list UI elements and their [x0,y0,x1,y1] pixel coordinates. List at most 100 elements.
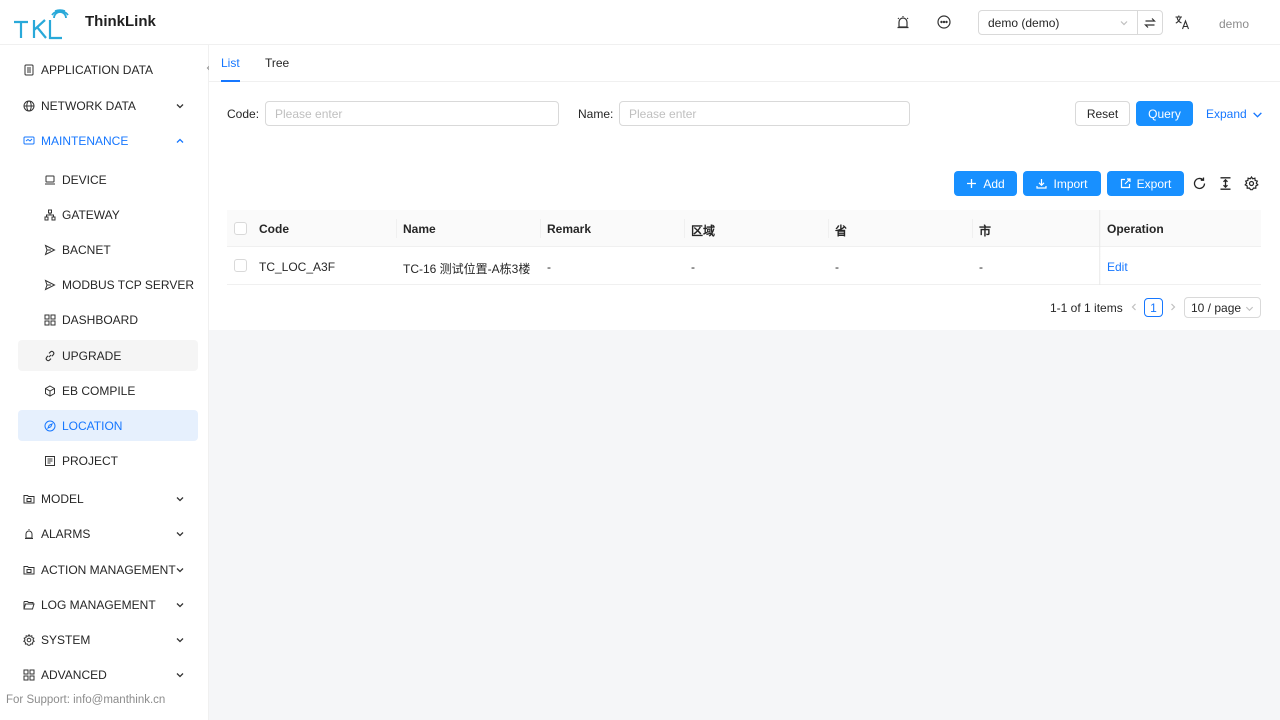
sidebar-item-label: UPGRADE [62,348,122,363]
name-filter-input[interactable] [619,101,910,126]
column-divider [540,219,541,238]
project-icon [45,455,55,466]
tab-list[interactable]: List [221,56,240,70]
sidebar-item-log-management[interactable]: LOG MANAGEMENT [18,589,198,620]
sidebar-item-gateway[interactable]: GATEWAY [18,199,198,230]
current-page-button[interactable]: 1 [1144,298,1163,317]
code-sandbox-icon [45,384,55,397]
name-filter-label: Name: [578,107,614,121]
sidebar-item-action-management[interactable]: ACTION MANAGEMENT [18,554,198,585]
tab-tree[interactable]: Tree [265,56,289,70]
column-height-icon[interactable] [1218,176,1233,191]
sidebar-item-advanced[interactable]: ADVANCED [18,659,198,690]
send-icon [44,244,56,255]
import-button[interactable]: Import [1023,171,1101,196]
sidebar-item-network-data[interactable]: NETWORK DATA [18,90,198,121]
cell-remark: - [547,260,551,274]
row-checkbox[interactable] [234,259,247,272]
sidebar-item-model[interactable]: MODEL [18,483,198,514]
sidebar-item-label: MAINTENANCE [41,133,129,148]
download-icon [1036,179,1048,189]
reset-button[interactable]: Reset [1075,101,1130,126]
column-divider [972,219,973,238]
sidebar-item-label: ACTION MANAGEMENT [41,562,176,577]
plus-icon [967,179,977,188]
tenant-select-value: demo (demo) [988,15,1060,30]
sidebar-item-label: BACNET [62,242,111,257]
sidebar-item-dashboard[interactable]: DASHBOARD [18,304,198,335]
chevron-down-icon [176,568,184,573]
sidebar-item-location[interactable]: LOCATION [18,410,198,441]
reload-icon[interactable] [1192,176,1207,191]
gear-icon [23,633,35,646]
column-header-city[interactable]: 市 [979,222,991,239]
sidebar-item-bacnet[interactable]: BACNET [18,234,198,265]
cell-name: TC-16 测试位置-A栋3楼 [403,262,531,276]
query-button[interactable]: Query [1136,101,1193,126]
chevron-down-icon [176,603,184,608]
expand-label: Expand [1206,107,1247,121]
content-background [209,330,1280,720]
user-name[interactable]: demo [1219,17,1249,31]
column-header-province[interactable]: 省 [835,222,847,239]
add-label: Add [983,176,1005,191]
export-button[interactable]: Export [1107,171,1184,196]
monitor-icon [23,136,35,144]
chevron-down-icon [1120,21,1128,26]
alarm-icon[interactable] [895,14,911,30]
sidebar-item-application-data[interactable]: APPLICATION DATA [18,54,198,85]
next-page-icon[interactable] [1168,302,1178,312]
appstore-icon [23,669,35,680]
sidebar-item-label: PROJECT [62,453,119,468]
sidebar-item-upgrade[interactable]: UPGRADE [18,340,198,371]
cell-city: - [979,260,983,274]
sidebar-item-label: DEVICE [62,172,107,187]
edit-link[interactable]: Edit [1107,260,1128,274]
code-filter-input[interactable] [265,101,559,126]
chevron-down-icon [176,497,184,502]
export-icon [1120,178,1131,189]
chevron-down-icon [176,104,184,109]
import-label: Import [1053,176,1088,191]
sidebar-item-device[interactable]: DEVICE [18,164,198,195]
sidebar-item-eb-compile[interactable]: EB COMPILE [18,375,198,406]
support-contact: For Support: info@manthink.cn [6,694,166,706]
select-all-checkbox[interactable] [234,222,247,235]
column-divider [396,219,397,238]
page-size-select[interactable]: 10 / page [1184,297,1261,318]
swap-icon [1144,17,1156,28]
expand-filters-link[interactable]: Expand [1206,107,1263,121]
column-divider [684,219,685,238]
sidebar-item-maintenance[interactable]: MAINTENANCE [18,125,198,156]
switch-tenant-button[interactable] [1137,10,1163,35]
message-icon[interactable] [936,14,952,30]
sidebar-item-alarms[interactable]: ALARMS [18,518,198,549]
prev-page-icon[interactable] [1129,302,1139,312]
chevron-down-icon [1252,111,1262,118]
sidebar-item-label: EB COMPILE [62,383,136,398]
column-header-code[interactable]: Code [259,222,289,236]
compass-icon [44,420,56,431]
column-header-area[interactable]: 区域 [691,222,715,239]
add-button[interactable]: Add [954,171,1017,196]
send-icon [44,279,56,290]
tenant-select[interactable]: demo (demo) [978,10,1138,35]
sidebar-item-label: MODBUS TCP SERVER [62,277,195,292]
translation-icon[interactable] [1174,14,1190,30]
column-header-name[interactable]: Name [403,222,436,236]
cell-province: - [835,260,839,274]
tkl-logo[interactable] [12,6,74,40]
setting-icon[interactable] [1244,176,1259,191]
column-header-remark[interactable]: Remark [547,222,591,236]
fixed-column-shadow [1099,210,1101,285]
cell-code: TC_LOC_A3F [259,260,336,274]
brand-name: ThinkLink [85,13,156,30]
table-header: Code Name Remark 区域 省 市 Operation [227,210,1261,247]
chevron-down-icon [176,638,184,643]
alarm-icon [25,528,33,539]
sidebar-item-project[interactable]: PROJECT [18,445,198,476]
sidebar-item-system[interactable]: SYSTEM [18,624,198,655]
sidebar-item-modbus-tcp-server[interactable]: MODBUS TCP SERVER [18,269,198,300]
chevron-down-icon [176,532,184,537]
cell-area: - [691,260,695,274]
